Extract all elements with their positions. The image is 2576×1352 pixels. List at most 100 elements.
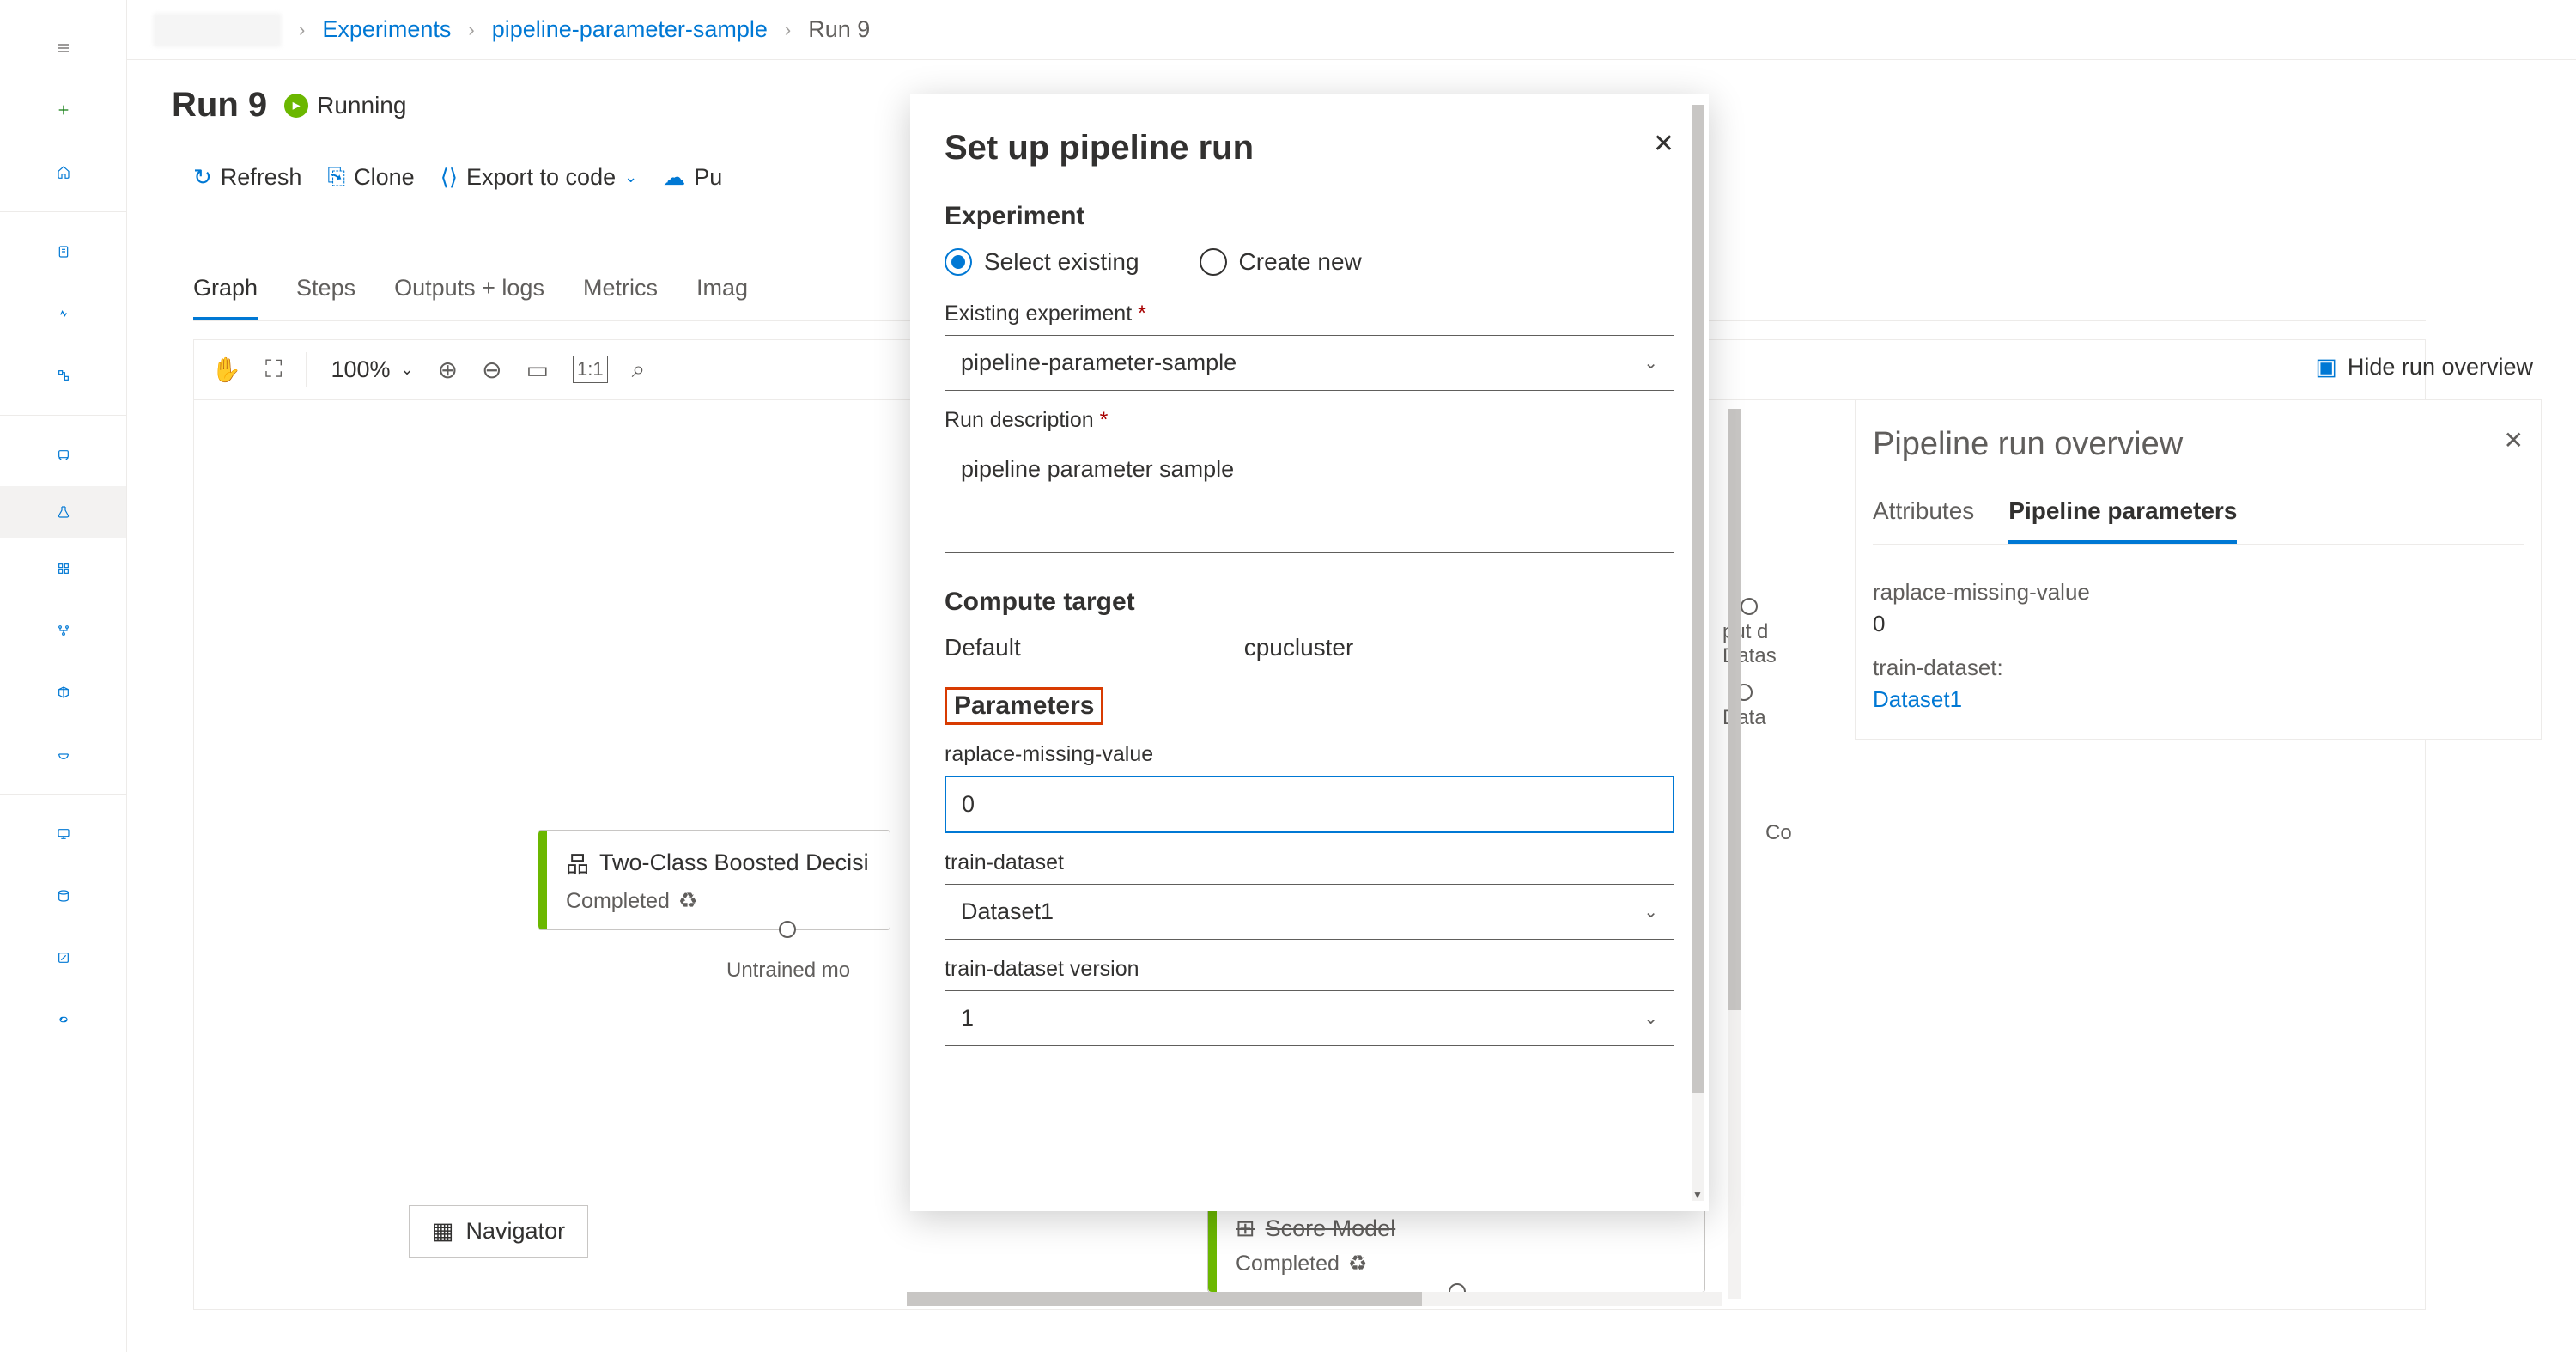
models-icon[interactable] <box>43 672 84 713</box>
setup-pipeline-modal: ✕ Set up pipeline run Experiment Select … <box>910 94 1709 1211</box>
param-train-dataset-label: train-dataset <box>945 850 1674 875</box>
close-icon[interactable]: ✕ <box>1653 129 1674 159</box>
overview-panel: Pipeline run overview ✕ Attributes Pipel… <box>1855 399 2542 740</box>
clone-button[interactable]: ⎘Clone <box>327 163 414 191</box>
search-icon[interactable]: ⌕ <box>632 356 646 384</box>
plus-icon[interactable] <box>43 89 84 131</box>
tab-pipeline-parameters[interactable]: Pipeline parameters <box>2008 497 2237 544</box>
zoom-out-icon[interactable]: ⊖ <box>482 356 501 384</box>
left-sidebar <box>0 0 127 1352</box>
chevron-right-icon: › <box>785 19 791 41</box>
compute-icon[interactable] <box>43 813 84 855</box>
section-compute: Compute target <box>945 588 1674 617</box>
experiment-radio-group: Select existing Create new <box>945 248 1674 276</box>
tab-outputs[interactable]: Outputs + logs <box>394 275 544 320</box>
overview-params: raplace-missing-value 0 train-dataset: D… <box>1873 579 2524 713</box>
automl-icon[interactable] <box>43 293 84 334</box>
overview-tabs: Attributes Pipeline parameters <box>1873 497 2524 545</box>
code-icon: ⟨⟩ <box>440 164 458 191</box>
param-train-dataset-select[interactable]: Dataset1 ⌄ <box>945 884 1674 940</box>
breadcrumb-bar: › Experiments › pipeline-parameter-sampl… <box>127 0 2576 60</box>
chevron-down-icon: ⌄ <box>624 168 637 186</box>
close-icon[interactable]: ✕ <box>2504 426 2524 454</box>
labeling-icon[interactable] <box>43 937 84 978</box>
home-icon[interactable] <box>43 151 84 192</box>
recycle-icon: ♻ <box>678 888 697 914</box>
chevron-down-icon: ⌄ <box>1643 901 1658 923</box>
chevron-down-icon: ⌄ <box>1643 1008 1658 1029</box>
module-score-model[interactable]: ⊞Score Model Completed♻ <box>1207 1199 1705 1293</box>
publish-button[interactable]: ☁Pu <box>663 164 722 191</box>
panel-icon: ▣ <box>2315 354 2337 381</box>
experiments-icon[interactable] <box>43 491 84 533</box>
horizontal-scrollbar[interactable] <box>907 1292 1722 1306</box>
breadcrumb-experiments[interactable]: Experiments <box>322 16 451 43</box>
param-replace-missing-label: raplace-missing-value <box>945 742 1674 767</box>
run-description-input[interactable]: pipeline parameter sample <box>945 442 1674 553</box>
environments-icon[interactable] <box>43 734 84 775</box>
tab-images[interactable]: Imag <box>696 275 748 320</box>
breadcrumb-pipeline[interactable]: pipeline-parameter-sample <box>492 16 768 43</box>
modal-scrollbar[interactable]: ▲ ▼ <box>1692 105 1704 1201</box>
workspace-name-blurred <box>153 13 282 47</box>
chevron-down-icon: ⌄ <box>401 361 414 379</box>
existing-experiment-label: Existing experiment * <box>945 301 1674 326</box>
export-button[interactable]: ⟨⟩Export to code⌄ <box>440 164 638 191</box>
param-value: 0 <box>1873 611 2524 637</box>
notebook-icon[interactable] <box>43 231 84 272</box>
designer-icon[interactable] <box>43 355 84 396</box>
chevron-right-icon: › <box>468 19 474 41</box>
run-description-label: Run description * <box>945 408 1674 433</box>
status-badge: ▸ Running <box>284 92 406 119</box>
module-boosted-decision[interactable]: 品Two-Class Boosted Decisi Completed♻ <box>538 830 890 930</box>
section-parameters: Parameters <box>945 687 1103 725</box>
vertical-scrollbar[interactable] <box>1728 409 1741 1299</box>
tab-attributes[interactable]: Attributes <box>1873 497 1974 544</box>
fit-icon[interactable]: ▭ <box>526 356 549 384</box>
overview-title: Pipeline run overview <box>1873 426 2524 463</box>
radio-create-new[interactable]: Create new <box>1200 248 1362 276</box>
zoom-level[interactable]: 100%⌄ <box>331 356 413 383</box>
page-title: Run 9 <box>172 86 267 125</box>
param-train-dataset-version-label: train-dataset version <box>945 957 1674 982</box>
tab-graph[interactable]: Graph <box>193 275 258 320</box>
module-icon: 品 <box>566 846 589 880</box>
hide-overview-button[interactable]: ▣ Hide run overview <box>2315 354 2533 381</box>
section-experiment: Experiment <box>945 202 1674 231</box>
screenshot-icon[interactable]: ⛶ <box>265 356 283 384</box>
modal-title: Set up pipeline run <box>945 129 1674 167</box>
param-train-dataset-version-select[interactable]: 1 ⌄ <box>945 990 1674 1046</box>
navigator-button[interactable]: ▦ Navigator <box>409 1205 588 1258</box>
hamburger-icon[interactable] <box>43 27 84 69</box>
breadcrumb: › Experiments › pipeline-parameter-sampl… <box>153 13 870 47</box>
compute-target-row: Default cpucluster <box>945 634 1674 661</box>
compute-default-label: Default <box>945 634 1021 661</box>
zoom-in-icon[interactable]: ⊕ <box>438 356 458 384</box>
radio-select-existing[interactable]: Select existing <box>945 248 1139 276</box>
port-label: Co <box>1765 821 1792 845</box>
tab-steps[interactable]: Steps <box>296 275 355 320</box>
running-icon: ▸ <box>284 94 308 118</box>
datastores-icon[interactable] <box>43 875 84 917</box>
param-replace-missing-input[interactable]: 0 <box>945 776 1674 833</box>
module-icon: ⊞ <box>1236 1215 1255 1242</box>
page-header: Run 9 ▸ Running <box>172 86 406 125</box>
map-icon: ▦ <box>432 1218 454 1245</box>
param-label: raplace-missing-value <box>1873 579 2524 606</box>
compute-value: cpucluster <box>1244 634 1354 661</box>
port-label-untrained: Untrained mo <box>726 959 850 983</box>
pipelines-icon[interactable] <box>43 548 84 589</box>
action-toolbar: ↻Refresh ⎘Clone ⟨⟩Export to code⌄ ☁Pu <box>193 163 722 191</box>
existing-experiment-select[interactable]: pipeline-parameter-sample ⌄ <box>945 335 1674 391</box>
endpoints-icon[interactable] <box>43 610 84 651</box>
data-icon[interactable] <box>43 435 84 476</box>
hand-icon[interactable]: ✋ <box>211 356 241 384</box>
refresh-button[interactable]: ↻Refresh <box>193 164 301 191</box>
tab-metrics[interactable]: Metrics <box>583 275 658 320</box>
param-value-link[interactable]: Dataset1 <box>1873 686 2524 713</box>
cloud-icon: ☁ <box>663 164 685 191</box>
linked-icon[interactable] <box>43 999 84 1040</box>
actual-size-icon[interactable]: 1:1 <box>573 356 608 383</box>
recycle-icon: ♻ <box>1348 1251 1367 1276</box>
clone-icon: ⎘ <box>327 163 345 191</box>
